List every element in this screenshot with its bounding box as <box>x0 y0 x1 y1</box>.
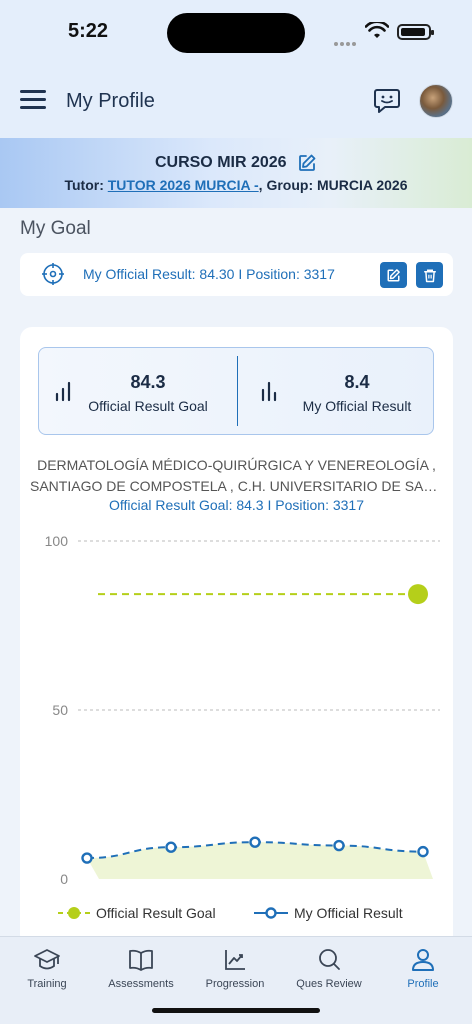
course-name: CURSO MIR 2026 <box>154 154 287 172</box>
course-banner: CURSO MIR 2026 Tutor: TUTOR 2026 MURCIA … <box>0 138 472 208</box>
tab-profile-label: Profile <box>407 978 439 990</box>
home-indicator <box>152 1008 320 1013</box>
result-series-point <box>417 845 429 858</box>
goal-value: 84.3 <box>130 372 166 392</box>
legend-result-marker <box>254 907 288 919</box>
goal-text: My Official Result: 84.30 I Position: 33… <box>83 266 335 282</box>
y-tick-label: 50 <box>52 702 68 718</box>
goal-summary: Official Result Goal: 84.3 I Position: 3… <box>109 497 364 513</box>
legend-goal[interactable]: Official Result Goal <box>58 905 216 921</box>
tab-progression[interactable]: Progression <box>188 945 282 990</box>
book-icon <box>129 949 153 971</box>
legend-result[interactable]: My Official Result <box>254 905 403 921</box>
bar-chart-icon <box>55 381 71 402</box>
result-value: 8.4 <box>344 372 370 392</box>
status-time: 5:22 <box>68 20 109 42</box>
legend-goal-marker <box>58 907 90 919</box>
result-label: My Official Result <box>302 398 412 414</box>
specialty-line-2: SANTIAGO DE COMPOSTELA , C.H. UNIVERSITA… <box>30 478 443 494</box>
trash-icon <box>423 269 436 282</box>
goal-series-point <box>408 584 428 605</box>
my-goal-title: My Goal <box>20 218 91 239</box>
result-series-point <box>81 852 93 864</box>
group-label: , Group: <box>258 177 317 193</box>
group-name: MURCIA 2026 <box>317 177 408 193</box>
legend-goal-label: Official Result Goal <box>96 905 216 921</box>
course-row: CURSO MIR 2026 <box>0 153 472 173</box>
tutor-label: Tutor: <box>64 177 108 193</box>
result-series-point <box>165 841 177 853</box>
page-title: My Profile <box>66 90 155 112</box>
edit-course-icon[interactable] <box>297 153 317 173</box>
tab-ques-review[interactable]: Ques Review <box>282 945 376 990</box>
dynamic-island <box>167 13 305 53</box>
menu-icon[interactable] <box>20 90 46 110</box>
y-tick-label: 0 <box>60 871 68 887</box>
results-chart: 100 50 0 <box>45 533 440 887</box>
avatar[interactable] <box>419 84 453 118</box>
tab-profile[interactable]: Profile <box>376 945 470 990</box>
chat-icon[interactable] <box>373 88 401 114</box>
specialty-text: DERMATOLOGÍA MÉDICO-QUIRÚRGICA Y VENEREO… <box>30 455 443 497</box>
tab-training-label: Training <box>27 978 67 990</box>
battery-icon <box>397 24 434 40</box>
result-series-point <box>333 839 345 852</box>
tab-assessments[interactable]: Assessments <box>94 945 188 990</box>
tab-assessments-label: Assessments <box>108 978 174 990</box>
tab-progression-label: Progression <box>205 978 265 990</box>
result-card: 84.3 Official Result Goal 8.4 My Officia… <box>20 327 453 947</box>
tutor-link[interactable]: TUTOR 2026 MURCIA - <box>108 177 259 193</box>
chart-legend: Official Result Goal My Official Result <box>20 905 453 927</box>
chart-icon <box>225 950 245 970</box>
edit-icon <box>387 268 400 281</box>
goal-card: My Official Result: 84.30 I Position: 33… <box>20 253 453 296</box>
legend-result-label: My Official Result <box>294 905 403 921</box>
result-stat: 8.4 My Official Result <box>237 348 435 436</box>
app-header: My Profile <box>0 62 472 138</box>
user-icon <box>412 949 434 971</box>
delete-goal-button[interactable] <box>416 262 443 288</box>
signal-icon <box>334 33 358 51</box>
tab-ques-review-label: Ques Review <box>296 978 362 990</box>
wifi-icon <box>365 22 389 38</box>
result-series-area <box>87 842 433 879</box>
main-content[interactable]: My Goal My Official Result: 84.30 I Posi… <box>0 208 472 947</box>
y-tick-label: 100 <box>45 533 69 549</box>
edit-goal-button[interactable] <box>380 262 407 288</box>
tutor-group-row: Tutor: TUTOR 2026 MURCIA -, Group: MURCI… <box>0 177 472 193</box>
tab-training[interactable]: Training <box>0 945 94 990</box>
target-icon <box>42 263 64 285</box>
result-series-point <box>249 836 261 848</box>
status-bar: 5:22 <box>0 0 472 62</box>
goal-stat: 84.3 Official Result Goal <box>39 348 237 436</box>
specialty-line-1: DERMATOLOGÍA MÉDICO-QUIRÚRGICA Y VENEREO… <box>37 457 436 473</box>
bar-chart-icon <box>261 381 277 402</box>
search-icon <box>319 949 340 970</box>
stats-panel: 84.3 Official Result Goal 8.4 My Officia… <box>38 347 434 435</box>
graduation-cap-icon <box>34 949 60 970</box>
goal-label: Official Result Goal <box>88 398 208 414</box>
